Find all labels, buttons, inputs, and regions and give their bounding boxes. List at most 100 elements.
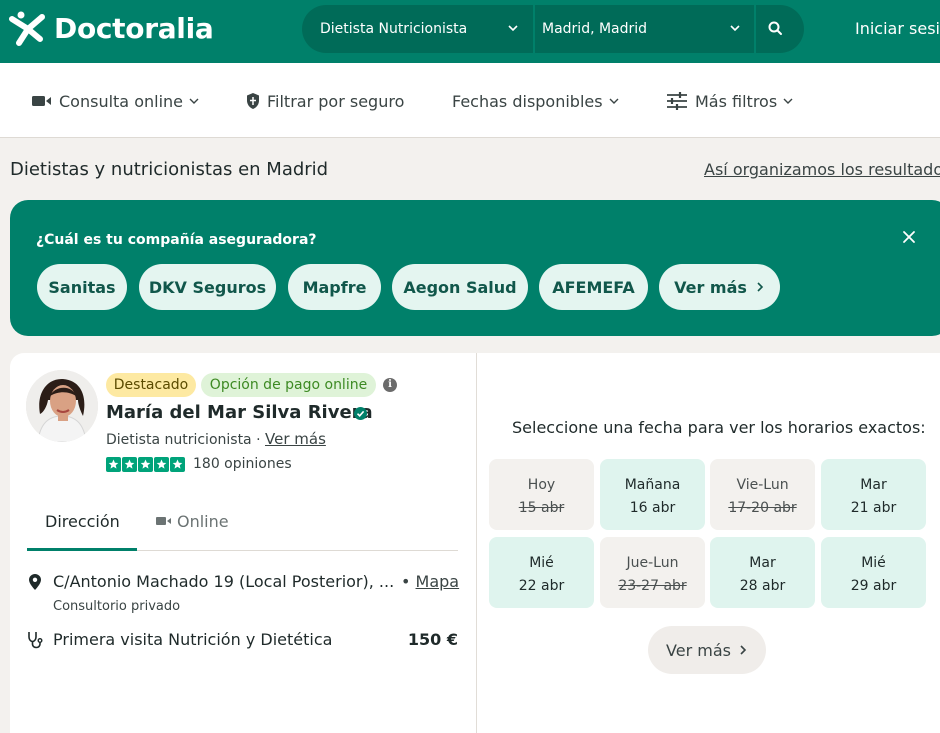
calendar-day: Jue-Lun 23-27 abr	[600, 537, 705, 608]
map-pin-icon	[29, 574, 41, 590]
featured-badge: Destacado	[106, 373, 196, 397]
specialty-value: Dietista Nutricionista	[320, 21, 468, 37]
chevron-down-icon	[783, 98, 793, 104]
verified-check-icon	[354, 407, 367, 420]
doctor-card: Destacado Opción de pago online i María …	[10, 353, 940, 733]
filter-online-label: Consulta online	[59, 91, 183, 111]
chip-label: Ver más	[674, 277, 747, 297]
day-date: 29 abr	[850, 578, 897, 594]
filter-insurance-button[interactable]: Filtrar por seguro	[245, 90, 404, 112]
filter-more-label: Más filtros	[695, 91, 778, 111]
insurance-banner: ¿Cuál es tu compañía aseguradora? Sanita…	[10, 200, 940, 336]
star-icon	[170, 456, 185, 472]
results-title: Dietistas y nutricionistas en Madrid	[10, 159, 329, 180]
video-camera-icon	[156, 517, 171, 525]
stethoscope-icon	[28, 632, 43, 649]
active-tab-indicator	[27, 548, 137, 551]
brand-name: Doctoralia	[54, 11, 214, 45]
visit-service: Primera visita Nutrición y Dietética	[53, 630, 333, 649]
chevron-right-icon	[740, 645, 747, 655]
specialty-select[interactable]: Dietista Nutricionista	[320, 5, 530, 53]
calendar-day[interactable]: Mié 29 abr	[821, 537, 926, 608]
search-divider	[754, 5, 756, 53]
calendar-more-button[interactable]: Ver más	[648, 626, 766, 674]
address-text: C/Antonio Machado 19 (Local Posterior), …	[53, 572, 395, 591]
filter-dates-label: Fechas disponibles	[452, 91, 603, 111]
doctor-specialty: Dietista nutricionista · Ver más	[106, 430, 326, 448]
visit-row: Primera visita Nutrición y Dietética 150…	[27, 630, 458, 652]
filter-bar: Consulta online Filtrar por seguro Fecha…	[0, 63, 940, 138]
map-link-label: Mapa	[415, 572, 460, 591]
rating-stars[interactable]: 180 opiniones	[106, 456, 292, 472]
chevron-down-icon	[189, 98, 199, 104]
day-date: 15 abr	[518, 500, 565, 516]
tab-online[interactable]: Online	[156, 510, 229, 532]
star-icon	[106, 456, 121, 472]
day-date: 21 abr	[850, 500, 897, 516]
chip-label: Aegon Salud	[403, 277, 517, 297]
ranking-info-link[interactable]: Así organizamos los resultados	[704, 160, 940, 179]
insurance-chip-aegon[interactable]: Aegon Salud	[392, 264, 528, 310]
video-camera-icon	[32, 96, 51, 106]
specialty-more-link[interactable]: Ver más	[265, 430, 326, 448]
calendar-day[interactable]: Mié 22 abr	[489, 537, 594, 608]
specialty-text: Dietista nutricionista	[106, 432, 252, 448]
visit-price: 150 €	[407, 630, 458, 649]
star-icon	[122, 456, 137, 472]
search-bar: Dietista Nutricionista Madrid, Madrid	[302, 5, 804, 53]
day-label: Mar	[749, 555, 776, 571]
filter-more-button[interactable]: Más filtros	[666, 90, 794, 112]
chevron-down-icon	[609, 98, 619, 104]
star-icon	[138, 456, 153, 472]
day-label: Mar	[860, 477, 887, 493]
insurance-more-button[interactable]: Ver más	[659, 264, 780, 310]
insurance-chip-afemefa[interactable]: AFEMEFA	[539, 264, 648, 310]
insurance-chip-sanitas[interactable]: Sanitas	[37, 264, 127, 310]
info-icon[interactable]: i	[383, 378, 397, 392]
sliders-icon	[667, 92, 687, 110]
insurance-chip-mapfre[interactable]: Mapfre	[288, 264, 381, 310]
day-date: 17-20 abr	[728, 500, 797, 516]
login-link[interactable]: Iniciar sesió	[855, 19, 940, 38]
close-icon[interactable]	[901, 229, 917, 245]
calendar-day[interactable]: Mar 28 abr	[710, 537, 815, 608]
address-row: C/Antonio Machado 19 (Local Posterior), …	[27, 572, 459, 594]
chip-label: Mapfre	[302, 277, 367, 297]
location-select[interactable]: Madrid, Madrid	[542, 5, 752, 53]
chevron-right-icon	[757, 282, 764, 292]
tab-online-label: Online	[177, 511, 229, 531]
day-label: Mié	[529, 555, 554, 571]
tab-address-label: Dirección	[45, 511, 120, 531]
chip-label: Sanitas	[48, 277, 116, 297]
separator-dot: ·	[256, 432, 265, 448]
filter-dates-button[interactable]: Fechas disponibles	[452, 90, 620, 112]
avatar[interactable]	[26, 370, 98, 442]
day-date: 23-27 abr	[618, 578, 687, 594]
day-label: Hoy	[527, 477, 556, 493]
reviews-count[interactable]: 180 opiniones	[193, 456, 292, 472]
tab-address[interactable]: Dirección	[45, 510, 120, 532]
chevron-down-icon	[508, 25, 518, 32]
online-payment-badge: Opción de pago online	[201, 373, 376, 397]
day-date: 16 abr	[629, 500, 676, 516]
doctor-name[interactable]: María del Mar Silva Rivera	[106, 402, 373, 423]
day-date: 28 abr	[739, 578, 786, 594]
insurance-question: ¿Cuál es tu compañía aseguradora?	[36, 232, 317, 248]
day-label: Mañana	[624, 477, 681, 493]
doctoralia-logo[interactable]: Doctoralia	[8, 9, 214, 47]
day-date: 22 abr	[518, 578, 565, 594]
insurance-chip-dkv[interactable]: DKV Seguros	[139, 264, 276, 310]
top-header: Doctoralia Dietista Nutricionista Madrid…	[0, 0, 940, 63]
location-value: Madrid, Madrid	[542, 21, 648, 37]
map-link[interactable]: • Mapa	[401, 572, 459, 591]
filter-online-button[interactable]: Consulta online	[31, 90, 200, 112]
search-icon[interactable]	[764, 17, 788, 41]
day-label: Mié	[861, 555, 886, 571]
chevron-down-icon	[730, 25, 740, 32]
search-divider	[533, 5, 535, 53]
calendar-day: Hoy 15 abr	[489, 459, 594, 530]
calendar-day[interactable]: Mar 21 abr	[821, 459, 926, 530]
doctor-photo	[26, 370, 98, 442]
calendar-day[interactable]: Mañana 16 abr	[600, 459, 705, 530]
chip-label: DKV Seguros	[148, 277, 267, 297]
